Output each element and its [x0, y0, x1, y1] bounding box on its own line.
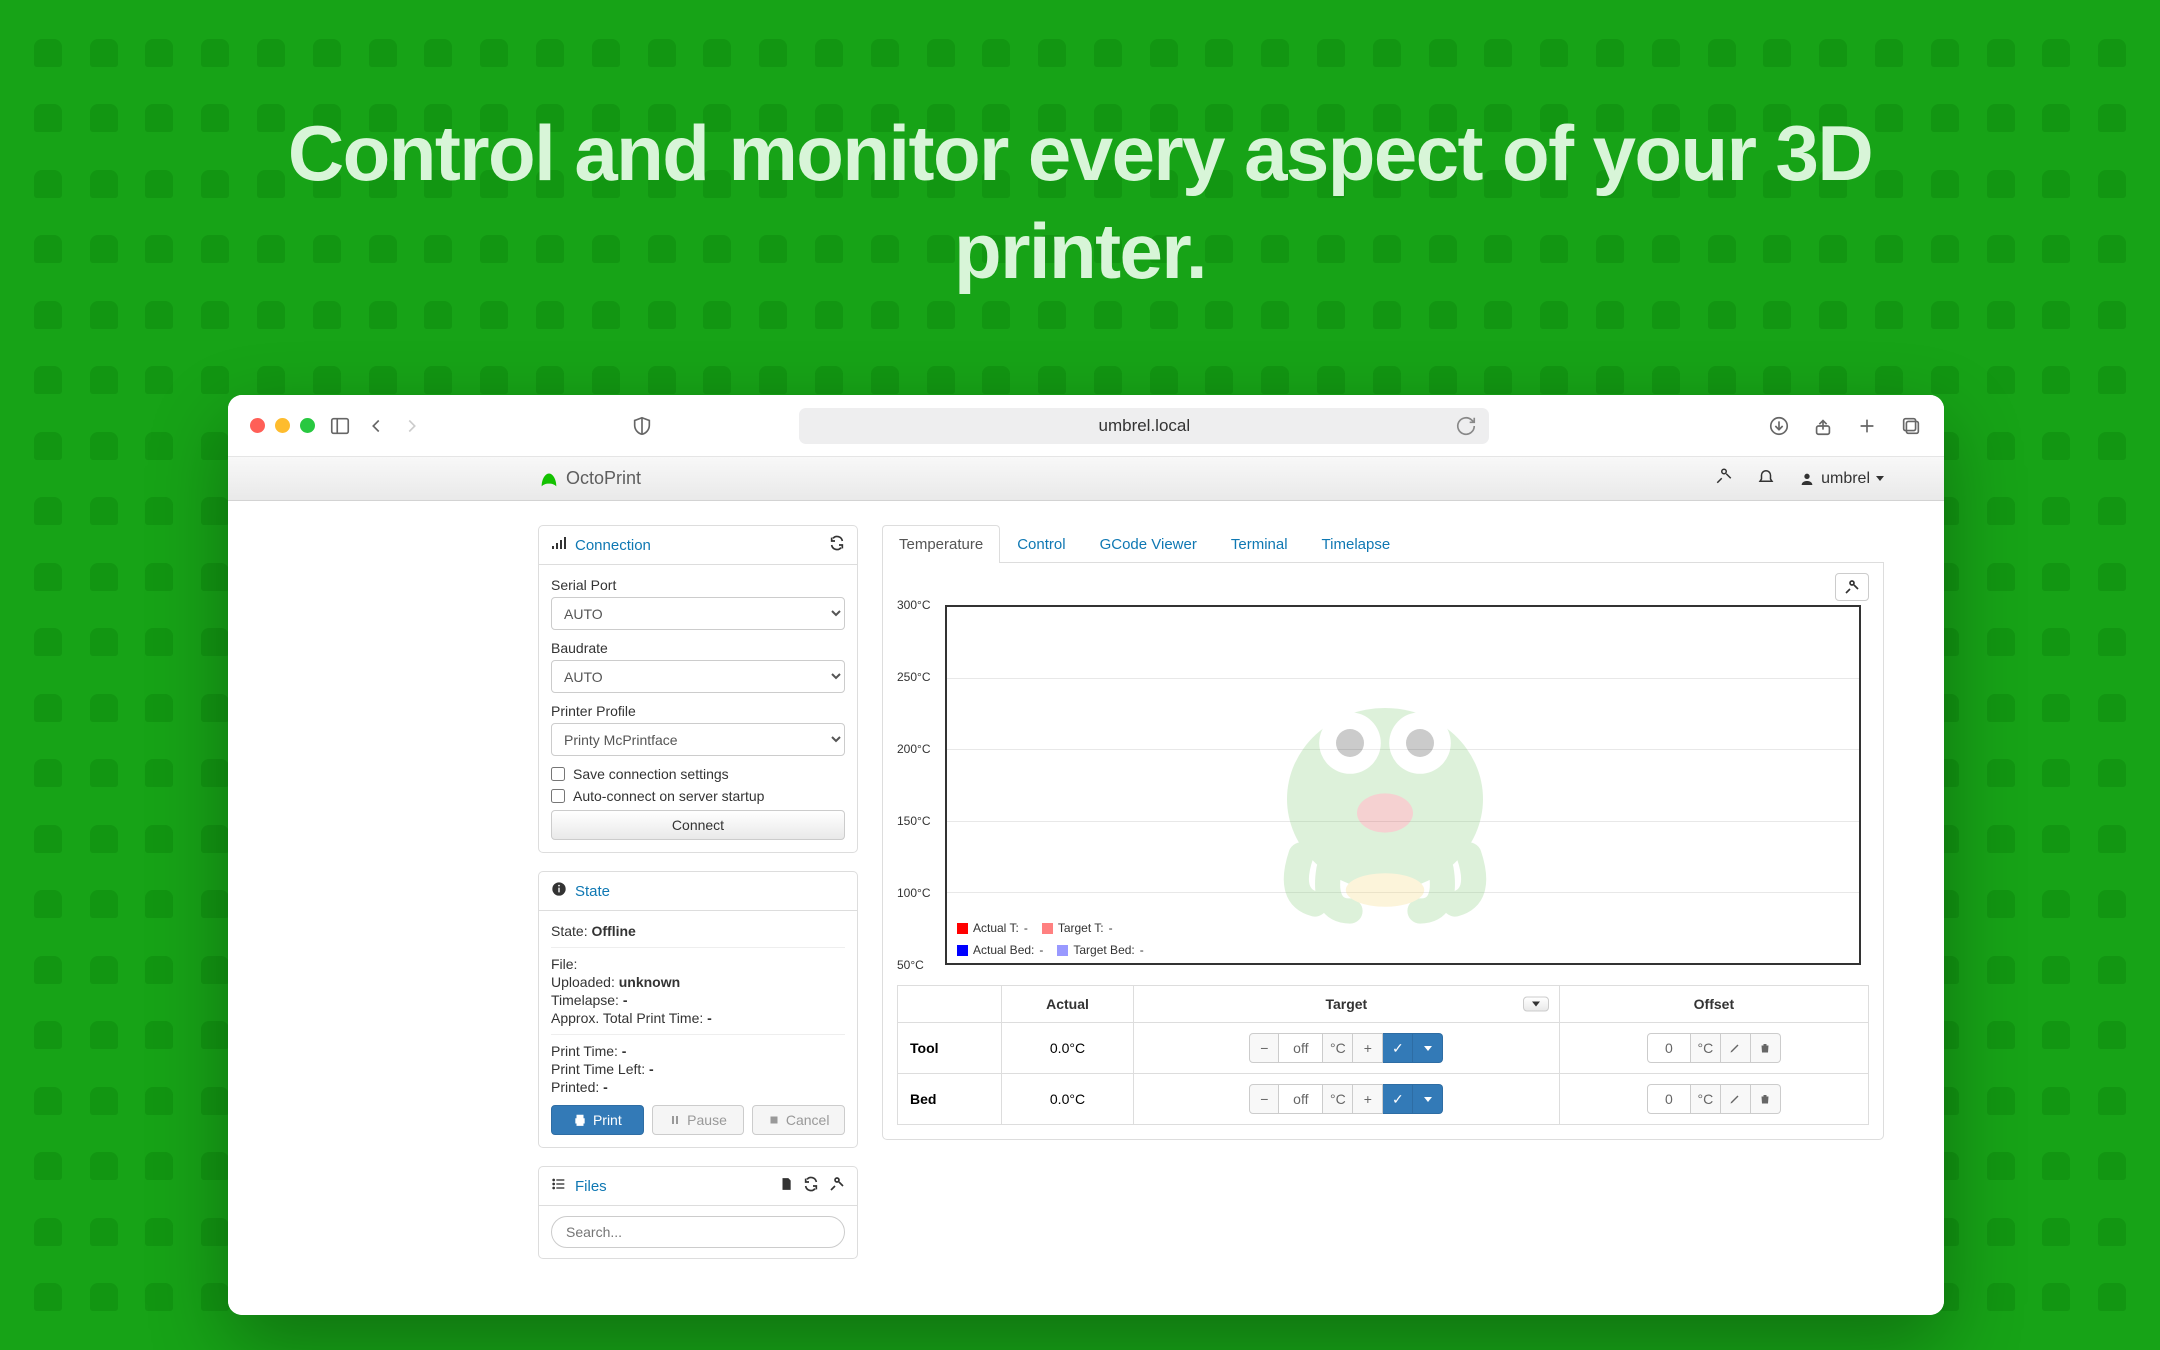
shield-icon[interactable] [631, 415, 653, 437]
temperature-table: Actual Target Offset Tool [897, 985, 1869, 1125]
chart-settings-button[interactable] [1835, 573, 1869, 601]
connection-title[interactable]: Connection [575, 537, 651, 554]
profile-select[interactable]: Printy McPrintface [551, 723, 845, 756]
app-navbar: OctoPrint umbrel [228, 457, 1944, 501]
cancel-button[interactable]: Cancel [752, 1105, 845, 1135]
connect-button[interactable]: Connect [551, 810, 845, 840]
tool-target-minus[interactable]: − [1249, 1033, 1279, 1063]
tool-offset-delete[interactable] [1751, 1033, 1781, 1063]
signal-icon [551, 535, 567, 555]
list-icon [551, 1176, 567, 1196]
chevron-down-icon [1876, 476, 1884, 481]
sidebar-toggle-icon[interactable] [329, 415, 351, 437]
bed-target-minus[interactable]: − [1249, 1084, 1279, 1114]
username: umbrel [1821, 470, 1870, 488]
save-settings-checkbox[interactable] [551, 767, 565, 781]
pencil-icon [1729, 1042, 1741, 1054]
trash-icon [1759, 1093, 1771, 1105]
print-icon [573, 1113, 587, 1127]
user-menu[interactable]: umbrel [1799, 470, 1884, 488]
refresh-icon[interactable] [829, 535, 845, 555]
tool-target-confirm[interactable]: ✓ [1383, 1033, 1413, 1063]
bed-offset-delete[interactable] [1751, 1084, 1781, 1114]
bed-target-preset[interactable] [1413, 1084, 1443, 1114]
hero-headline: Control and monitor every aspect of your… [280, 105, 1880, 300]
bed-target-confirm[interactable]: ✓ [1383, 1084, 1413, 1114]
bed-offset-input[interactable]: 0 [1647, 1084, 1691, 1114]
trash-icon [1759, 1042, 1771, 1054]
tool-offset-edit[interactable] [1721, 1033, 1751, 1063]
files-title[interactable]: Files [575, 1178, 607, 1195]
maximize-window-button[interactable] [300, 418, 315, 433]
url-text: umbrel.local [1099, 416, 1191, 436]
tab-gcode[interactable]: GCode Viewer [1083, 525, 1214, 563]
refresh-files-icon[interactable] [803, 1176, 819, 1196]
forward-button[interactable] [401, 415, 423, 437]
pencil-icon [1729, 1093, 1741, 1105]
new-tab-icon[interactable] [1856, 415, 1878, 437]
pause-icon [669, 1114, 681, 1126]
autoconnect-checkbox[interactable] [551, 789, 565, 803]
tab-timelapse[interactable]: Timelapse [1305, 525, 1408, 563]
wrench-icon [1844, 579, 1860, 595]
tool-target-plus[interactable]: + [1353, 1033, 1383, 1063]
temperature-chart: 300°C 250°C 200°C 150°C 100°C 50°C [897, 605, 1869, 965]
bed-target-plus[interactable]: + [1353, 1084, 1383, 1114]
browser-toolbar: umbrel.local [228, 395, 1944, 457]
state-value: Offline [591, 923, 635, 939]
pause-button[interactable]: Pause [652, 1105, 745, 1135]
print-button[interactable]: Print [551, 1105, 644, 1135]
tool-target-input[interactable]: off [1279, 1033, 1323, 1063]
tool-offset-input[interactable]: 0 [1647, 1033, 1691, 1063]
info-icon [551, 881, 567, 901]
files-search-input[interactable] [551, 1216, 845, 1248]
baudrate-select[interactable]: AUTO [551, 660, 845, 693]
downloads-icon[interactable] [1768, 415, 1790, 437]
temperature-chart-panel: 300°C 250°C 200°C 150°C 100°C 50°C [882, 563, 1884, 1140]
baudrate-label: Baudrate [551, 640, 845, 656]
tool-actual: 0.0°C [1002, 1023, 1134, 1074]
settings-icon[interactable] [1715, 467, 1733, 490]
save-settings-label: Save connection settings [573, 766, 729, 782]
files-panel: Files [538, 1166, 858, 1259]
autoconnect-label: Auto-connect on server startup [573, 788, 764, 804]
browser-window: umbrel.local OctoPrint [228, 395, 1944, 1315]
target-dropdown-button[interactable] [1523, 997, 1549, 1012]
profile-label: Printer Profile [551, 703, 845, 719]
bed-offset-edit[interactable] [1721, 1084, 1751, 1114]
serial-port-label: Serial Port [551, 577, 845, 593]
state-panel: State State: Offline File: Uploaded: unk… [538, 871, 858, 1148]
app-viewport: OctoPrint umbrel [228, 457, 1944, 1315]
bed-target-input[interactable]: off [1279, 1084, 1323, 1114]
notifications-icon[interactable] [1757, 467, 1775, 490]
table-row-tool: Tool 0.0°C − off °C + ✓ [898, 1023, 1869, 1074]
files-settings-icon[interactable] [829, 1176, 845, 1196]
minimize-window-button[interactable] [275, 418, 290, 433]
main-tabs: Temperature Control GCode Viewer Termina… [882, 525, 1884, 563]
octoprint-watermark [1111, 643, 1658, 928]
tab-temperature[interactable]: Temperature [882, 525, 1000, 563]
back-button[interactable] [365, 415, 387, 437]
address-bar[interactable]: umbrel.local [799, 408, 1489, 444]
stop-icon [768, 1114, 780, 1126]
chart-legend: Actual T: - Target T: - Actual Bed: - Ta… [957, 921, 1327, 957]
tabs-overview-icon[interactable] [1900, 415, 1922, 437]
table-row-bed: Bed 0.0°C − off °C + ✓ [898, 1074, 1869, 1125]
octoprint-logo-icon [538, 468, 560, 490]
serial-port-select[interactable]: AUTO [551, 597, 845, 630]
reload-icon[interactable] [1455, 415, 1477, 437]
window-controls [250, 418, 315, 433]
tab-terminal[interactable]: Terminal [1214, 525, 1305, 563]
state-title[interactable]: State [575, 883, 610, 900]
connection-panel: Connection Serial Port AUTO [538, 525, 858, 853]
brand-text: OctoPrint [566, 468, 641, 489]
tab-control[interactable]: Control [1000, 525, 1082, 563]
share-icon[interactable] [1812, 415, 1834, 437]
tool-target-preset[interactable] [1413, 1033, 1443, 1063]
sd-card-icon[interactable] [779, 1176, 793, 1196]
brand[interactable]: OctoPrint [538, 468, 641, 490]
bed-actual: 0.0°C [1002, 1074, 1134, 1125]
close-window-button[interactable] [250, 418, 265, 433]
